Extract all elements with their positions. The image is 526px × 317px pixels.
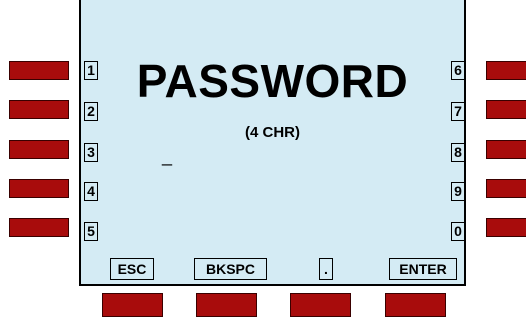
label-key-4: 4 [84, 182, 98, 201]
label-key-3: 3 [84, 143, 98, 162]
softkey-left-1[interactable] [9, 61, 69, 80]
page-title: PASSWORD [136, 55, 409, 107]
softkey-right-0[interactable] [486, 218, 526, 237]
label-key-8: 8 [451, 143, 465, 162]
label-key-5: 5 [84, 222, 98, 241]
label-key-7: 7 [451, 102, 465, 121]
softkey-left-5[interactable] [9, 218, 69, 237]
softkey-bkspc[interactable] [196, 293, 257, 317]
password-length-hint: (4 CHR) [245, 124, 300, 141]
softkey-left-3[interactable] [9, 140, 69, 159]
softkey-right-8[interactable] [486, 140, 526, 159]
display-screen: PASSWORD (4 CHR) _ 1 2 3 4 5 6 7 8 9 0 E… [79, 0, 466, 286]
label-bkspc: BKSPC [194, 258, 267, 280]
label-key-9: 9 [451, 182, 465, 201]
label-key-0: 0 [451, 222, 465, 241]
softkey-right-9[interactable] [486, 179, 526, 198]
label-key-2: 2 [84, 102, 98, 121]
softkey-left-2[interactable] [9, 100, 69, 119]
label-key-1: 1 [84, 61, 98, 80]
label-dot: . [319, 258, 333, 280]
softkey-enter[interactable] [385, 293, 446, 317]
label-esc: ESC [110, 258, 154, 280]
label-enter: ENTER [389, 258, 457, 280]
softkey-left-4[interactable] [9, 179, 69, 198]
softkey-right-6[interactable] [486, 61, 526, 80]
password-entry-field: _ [162, 146, 173, 166]
label-key-6: 6 [451, 61, 465, 80]
softkey-dot[interactable] [290, 293, 351, 317]
softkey-right-7[interactable] [486, 100, 526, 119]
softkey-esc[interactable] [102, 293, 163, 317]
